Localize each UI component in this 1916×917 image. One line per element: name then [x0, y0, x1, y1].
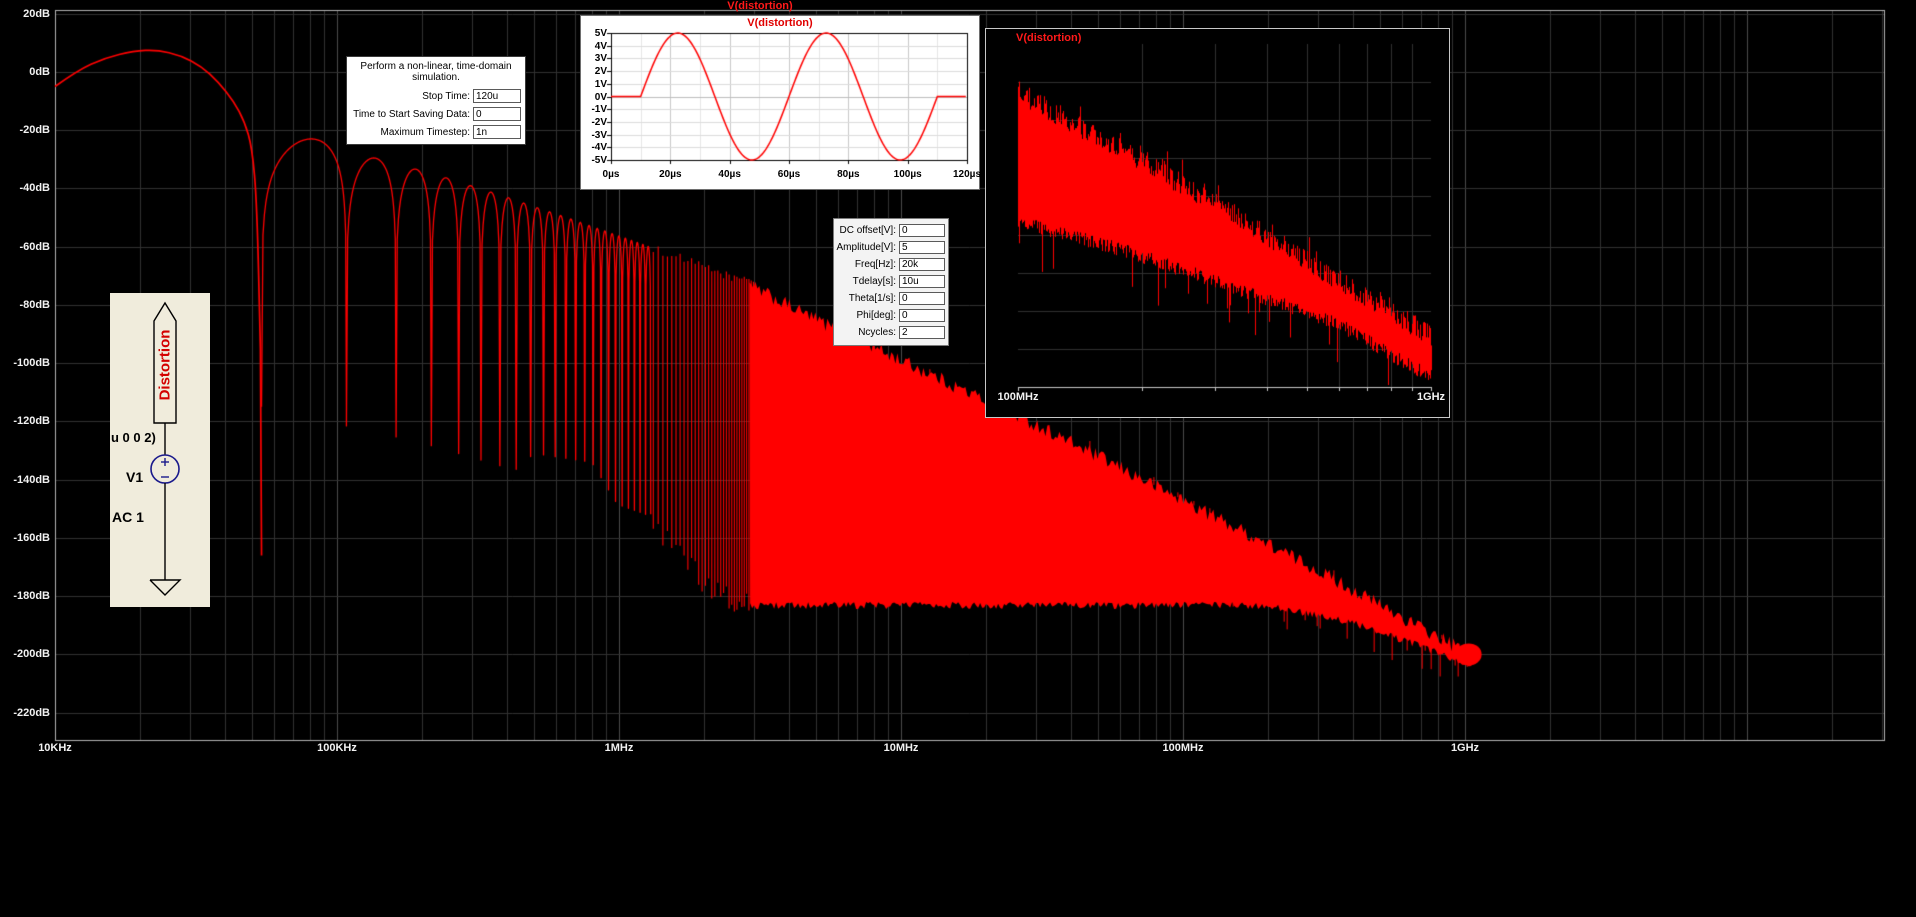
fft-zoom-x-label-100mhz: 100MHz [997, 391, 1039, 403]
main-y-axis-label: -60dB [19, 240, 50, 253]
tdelay-label: Tdelay[s]: [852, 276, 896, 287]
voltage-source-symbol[interactable] [150, 454, 180, 484]
main-y-axis-label: -200dB [13, 648, 50, 661]
max-timestep-label: Maximum Timestep: [380, 126, 470, 138]
fft-zoom-canvas[interactable] [986, 29, 1449, 417]
main-y-axis-label: -160dB [13, 531, 50, 544]
ltspice-window: V(distortion) 20dB 0dB -20dB -40dB -60dB -80d… [0, 0, 1916, 917]
stop-time-input[interactable] [473, 89, 521, 103]
theta-label: Theta[1/s]: [848, 293, 896, 304]
time-x-axis-label: 100µs [893, 169, 922, 180]
schematic-inset: Distortion u 0 0 2) V1 AC 1 [110, 293, 210, 607]
fft-zoom-inset-plot: V(distortion) 100MHz 1GHz [985, 28, 1450, 418]
time-y-axis-label: -4V [591, 142, 607, 154]
phi-row: Phi[deg]: [837, 309, 945, 322]
freq-row: Freq[Hz]: [837, 258, 945, 271]
dc-offset-input[interactable] [899, 224, 945, 237]
max-timestep-input[interactable] [473, 125, 521, 139]
time-y-axis-label: 2V [594, 66, 607, 78]
time-y-axis-label: 1V [594, 78, 607, 90]
time-y-axis-label: 4V [594, 40, 607, 52]
phi-label: Phi[deg]: [856, 310, 896, 321]
main-plot-trace-label[interactable]: V(distortion) [660, 0, 860, 12]
dc-offset-row: DC offset[V]: [837, 224, 945, 237]
time-y-axis-label: -2V [591, 116, 607, 128]
freq-label: Freq[Hz]: [854, 259, 896, 270]
main-x-axis-label: 100KHz [317, 742, 357, 754]
time-y-axis-label: 3V [594, 53, 607, 65]
time-domain-inset-plot: V(distortion) 5V 4V 3V 2V 1V 0V -1V -2V -3V -4V -5… [580, 15, 982, 190]
fft-zoom-x-label-1ghz: 1GHz [1416, 391, 1446, 403]
main-y-axis-label: -180dB [13, 590, 50, 603]
net-label-text[interactable]: Distortion [157, 330, 174, 401]
main-y-axis-label: -120dB [13, 415, 50, 428]
main-y-axis-label: 0dB [29, 66, 50, 78]
main-x-axis-label: 1GHz [1450, 742, 1480, 754]
phi-input[interactable] [899, 309, 945, 322]
main-y-axis-label: -40dB [19, 182, 50, 195]
time-y-axis-label: -3V [591, 129, 607, 141]
ncycles-label: Ncycles: [858, 327, 896, 338]
schematic-canvas[interactable]: Distortion [110, 293, 210, 607]
theta-input[interactable] [899, 292, 945, 305]
main-y-axis-label: -220dB [13, 706, 50, 719]
main-x-axis-label: 10MHz [883, 742, 919, 754]
time-x-axis-label: 60µs [777, 169, 801, 180]
main-x-axis-label: 1MHz [604, 742, 634, 754]
freq-input[interactable] [899, 258, 945, 271]
net-port-distortion[interactable]: Distortion [153, 301, 177, 455]
tdelay-input[interactable] [899, 275, 945, 288]
transient-sim-dialog: Perform a non-linear, time-domain simula… [346, 56, 526, 145]
source-ref-label[interactable]: V1 [126, 469, 143, 485]
start-saving-input[interactable] [473, 107, 521, 121]
stop-time-label: Stop Time: [422, 90, 470, 102]
source-value-label[interactable]: AC 1 [112, 509, 144, 525]
start-saving-row: Time to Start Saving Data: [351, 107, 521, 121]
time-y-axis-label: 0V [594, 91, 607, 103]
time-plot-trace-label[interactable]: V(distortion) [581, 17, 979, 29]
main-y-axis-label: 20dB [23, 7, 50, 20]
ncycles-row: Ncycles: [837, 326, 945, 339]
main-y-axis-label: -80dB [19, 298, 50, 311]
time-x-axis-label: 20µs [659, 169, 682, 180]
time-x-axis-label: 0µs [602, 169, 620, 180]
sine-source-dialog: DC offset[V]: Amplitude[V]: Freq[Hz]: Td… [833, 218, 949, 346]
time-x-axis-label: 120µs [952, 169, 982, 180]
ncycles-input[interactable] [899, 326, 945, 339]
time-x-axis-label: 80µs [837, 169, 860, 180]
fft-zoom-trace-label[interactable]: V(distortion) [1016, 32, 1081, 44]
max-timestep-row: Maximum Timestep: [351, 125, 521, 139]
main-y-axis-label: -140dB [13, 473, 50, 486]
main-x-axis-label: 10KHz [38, 742, 72, 754]
tdelay-row: Tdelay[s]: [837, 275, 945, 288]
start-saving-label: Time to Start Saving Data: [353, 108, 470, 120]
ground-symbol[interactable] [149, 579, 182, 596]
theta-row: Theta[1/s]: [837, 292, 945, 305]
main-y-axis-label: -100dB [13, 357, 50, 370]
schematic-clipped-sine-text[interactable]: u 0 0 2) [111, 430, 156, 445]
amplitude-row: Amplitude[V]: [837, 241, 945, 254]
amplitude-input[interactable] [899, 241, 945, 254]
stop-time-row: Stop Time: [351, 89, 521, 103]
main-x-axis-label: 100MHz [1162, 742, 1204, 754]
transient-dialog-title: Perform a non-linear, time-domain simula… [360, 61, 512, 83]
time-plot-canvas[interactable] [581, 16, 979, 189]
main-y-axis-label: -20dB [19, 124, 50, 137]
time-y-axis-label: -1V [591, 104, 607, 116]
time-y-axis-label: -5V [591, 155, 607, 166]
time-y-axis-label: 5V [594, 28, 607, 39]
dc-offset-label: DC offset[V]: [839, 225, 896, 236]
time-x-axis-label: 40µs [718, 169, 741, 180]
amplitude-label: Amplitude[V]: [836, 242, 896, 253]
